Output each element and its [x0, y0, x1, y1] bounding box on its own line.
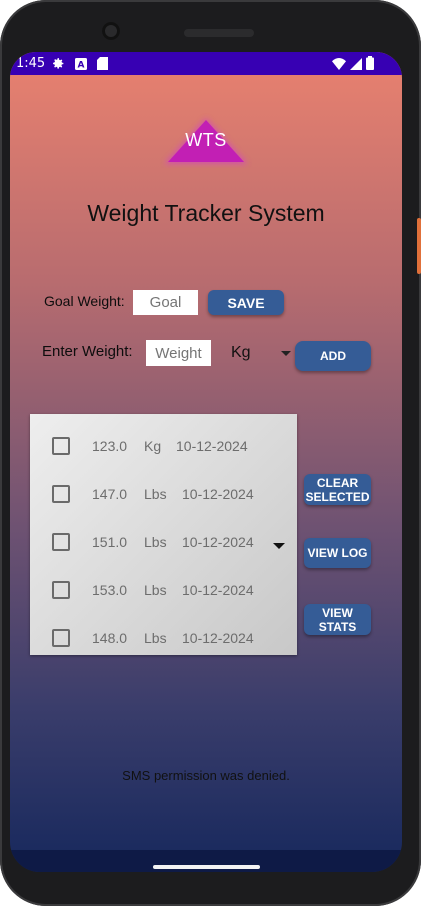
- page-title: Weight Tracker System: [87, 200, 325, 226]
- row-unit: Kg: [144, 438, 162, 454]
- home-gesture-handle[interactable]: [153, 865, 260, 869]
- unit-dropdown-caret-icon[interactable]: [281, 351, 291, 356]
- view-stats-button[interactable]: VIEW STATS: [304, 604, 371, 635]
- row-date: 10-12-2024: [182, 486, 254, 502]
- unit-dropdown[interactable]: Kg: [231, 344, 251, 362]
- app-screen: 1:45 A WTS Weight Tracker System Goal We…: [10, 52, 402, 872]
- row-weight: 148.0: [92, 630, 128, 646]
- goal-weight-label: Goal Weight:: [44, 293, 125, 309]
- earpiece-speaker: [184, 29, 254, 37]
- weight-input[interactable]: [146, 340, 211, 366]
- phone-frame: 1:45 A WTS Weight Tracker System Goal We…: [0, 0, 421, 906]
- clear-selected-button[interactable]: CLEAR SELECTED: [304, 474, 371, 505]
- row-weight: 147.0: [92, 486, 128, 502]
- list-item[interactable]: 147.0 Lbs 10-12-2024: [30, 485, 297, 509]
- enter-weight-label: Enter Weight:: [42, 343, 133, 360]
- text-a-icon: A: [75, 57, 87, 73]
- row-weight: 151.0: [92, 534, 128, 550]
- view-log-button[interactable]: VIEW LOG: [304, 538, 371, 568]
- goal-weight-input[interactable]: [133, 290, 198, 315]
- row-checkbox[interactable]: [52, 437, 70, 455]
- gear-icon: [52, 57, 65, 73]
- list-item[interactable]: 123.0 Kg 10-12-2024: [30, 437, 297, 461]
- weight-log-list[interactable]: 123.0 Kg 10-12-2024 147.0 Lbs 10-12-2024…: [30, 414, 297, 655]
- row-weight: 123.0: [92, 438, 128, 454]
- front-camera: [102, 22, 120, 40]
- row-unit: Lbs: [144, 630, 167, 646]
- log-dropdown-caret-icon[interactable]: [273, 543, 285, 549]
- status-message: SMS permission was denied.: [122, 768, 290, 783]
- status-bar: 1:45 A: [10, 52, 402, 75]
- save-button[interactable]: SAVE: [208, 290, 284, 315]
- row-unit: Lbs: [144, 534, 167, 550]
- app-logo: WTS: [160, 112, 252, 168]
- row-date: 10-12-2024: [182, 630, 254, 646]
- row-unit: Lbs: [144, 582, 167, 598]
- add-button[interactable]: ADD: [295, 341, 371, 371]
- row-date: 10-12-2024: [182, 534, 254, 550]
- row-checkbox[interactable]: [52, 485, 70, 503]
- svg-text:A: A: [78, 61, 85, 71]
- power-button[interactable]: [417, 218, 421, 274]
- status-time: 1:45: [16, 56, 46, 71]
- list-item[interactable]: 153.0 Lbs 10-12-2024: [30, 581, 297, 605]
- row-date: 10-12-2024: [176, 438, 248, 454]
- list-item[interactable]: 148.0 Lbs 10-12-2024: [30, 629, 297, 653]
- sd-card-icon: [97, 57, 108, 73]
- battery-icon: [366, 56, 374, 73]
- row-weight: 153.0: [92, 582, 128, 598]
- wifi-icon: [332, 57, 346, 73]
- logo-text: WTS: [185, 130, 227, 150]
- row-checkbox[interactable]: [52, 581, 70, 599]
- signal-icon: [350, 57, 362, 73]
- row-checkbox[interactable]: [52, 629, 70, 647]
- list-item[interactable]: 151.0 Lbs 10-12-2024: [30, 533, 297, 557]
- row-unit: Lbs: [144, 486, 167, 502]
- row-date: 10-12-2024: [182, 582, 254, 598]
- row-checkbox[interactable]: [52, 533, 70, 551]
